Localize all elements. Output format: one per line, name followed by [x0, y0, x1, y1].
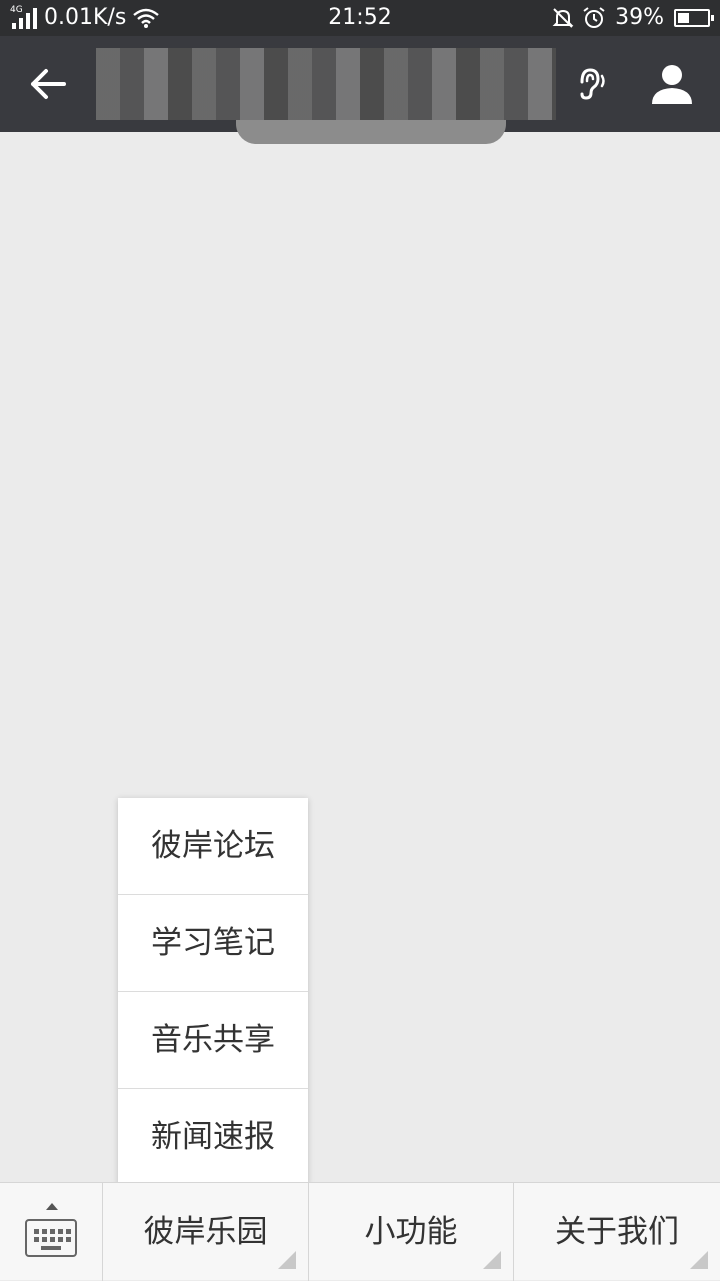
submenu-item-news[interactable]: 新闻速报 — [118, 1089, 308, 1185]
battery-icon — [674, 9, 714, 27]
menu-button-label: 小功能 — [364, 1214, 458, 1250]
submenu-item-music[interactable]: 音乐共享 — [118, 992, 308, 1089]
menu-button-tools[interactable]: 小功能 — [309, 1183, 514, 1281]
keyboard-toggle-icon — [25, 1219, 77, 1257]
submenu-item-notes[interactable]: 学习笔记 — [118, 895, 308, 992]
title-bar — [0, 36, 720, 144]
menu-button-label: 彼岸乐园 — [143, 1214, 268, 1250]
submenu-indicator-icon — [278, 1251, 296, 1269]
battery-fill — [678, 13, 689, 23]
menu-button-label: 关于我们 — [555, 1214, 679, 1250]
back-arrow-icon — [31, 69, 66, 99]
caret-up-icon — [46, 1203, 58, 1210]
profile-icon — [652, 65, 692, 104]
redacted-title-overflow — [236, 120, 506, 144]
menu-button-paradise[interactable]: 彼岸乐园 — [103, 1183, 309, 1281]
submenu-item-forum[interactable]: 彼岸论坛 — [118, 798, 308, 895]
profile-button[interactable] — [646, 58, 698, 110]
status-right: 39% — [551, 4, 714, 32]
silent-bell-icon — [552, 8, 574, 28]
bottom-menu-bar: 彼岸乐园 小功能 关于我们 — [0, 1182, 720, 1281]
submenu-indicator-icon — [483, 1251, 501, 1269]
keyboard-toggle-button[interactable] — [0, 1183, 103, 1281]
battery-percent: 39% — [615, 5, 664, 30]
back-button[interactable] — [20, 60, 76, 108]
status-bar: 4G 0.01K/s 21:52 39% — [0, 0, 720, 36]
alarm-icon — [583, 7, 605, 28]
submenu-indicator-icon — [690, 1251, 708, 1269]
ear-icon — [580, 68, 605, 100]
redacted-title — [96, 48, 556, 120]
menu-button-about[interactable]: 关于我们 — [514, 1183, 720, 1281]
submenu-popup: 彼岸论坛 学习笔记 音乐共享 新闻速报 — [118, 798, 308, 1185]
earpiece-mode-button[interactable] — [570, 62, 614, 106]
